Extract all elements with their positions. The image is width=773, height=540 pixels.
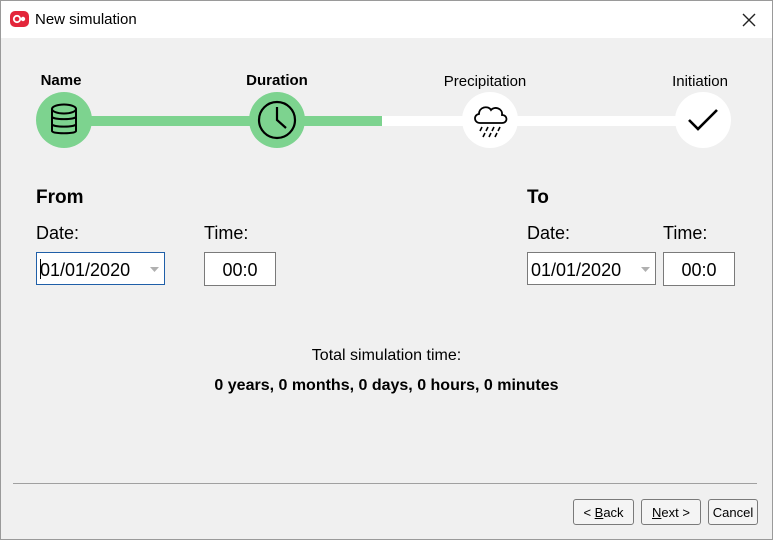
chevron-down-icon[interactable] [150,267,159,272]
to-date-value: 01/01/2020 [531,260,622,280]
total-simulation-time-value: 0 years, 0 months, 0 days, 0 hours, 0 mi… [214,377,559,394]
to-date-label: Date: [527,223,571,243]
divider [13,483,757,484]
next-button-rest: ext [661,504,679,520]
step-name [36,92,92,148]
back-button[interactable]: < Back [573,499,634,525]
checkmark-icon [688,109,718,131]
progress-track-completed [64,116,382,126]
close-icon [742,13,756,27]
chevron-down-icon[interactable] [641,267,650,272]
from-date-value: 01/01/2020 [40,260,131,280]
back-button-prefix: < [583,504,595,520]
back-button-rest: ack [603,504,624,520]
back-button-mnemonic: B [594,504,604,520]
to-time-input[interactable]: 00:0 [663,252,735,286]
progress-track-pending [382,116,703,126]
step-initiation [675,92,731,148]
to-section-title: To [527,187,549,208]
next-button-suffix: > [678,504,690,520]
window-title: New simulation [35,11,137,28]
step-precipitation [462,92,518,148]
from-date-label: Date: [36,223,80,243]
step-label-initiation: Initiation [672,73,728,90]
next-button[interactable]: Next > [641,499,701,525]
new-simulation-dialog: New simulation Name Duration Precipitati… [0,0,773,540]
total-simulation-time-label: Total simulation time: [311,347,462,364]
cloud-rain-icon [474,106,508,138]
clock-icon [257,100,297,140]
cancel-button[interactable]: Cancel [708,499,758,525]
app-logo-icon [10,11,29,27]
from-time-input[interactable]: 00:0 [204,252,276,286]
from-section-title: From [36,187,84,208]
step-label-name: Name [40,72,82,89]
title-bar: New simulation [1,1,772,38]
close-button[interactable] [735,6,763,34]
step-duration [249,92,305,148]
from-date-picker[interactable]: 01/01/2020 [36,252,165,285]
next-button-mnemonic: N [652,504,662,520]
to-date-picker[interactable]: 01/01/2020 [527,252,656,285]
step-label-precipitation: Precipitation [443,73,527,90]
from-time-label: Time: [204,223,249,243]
step-label-duration: Duration [246,72,308,89]
database-icon [51,103,77,135]
to-time-label: Time: [663,223,708,243]
